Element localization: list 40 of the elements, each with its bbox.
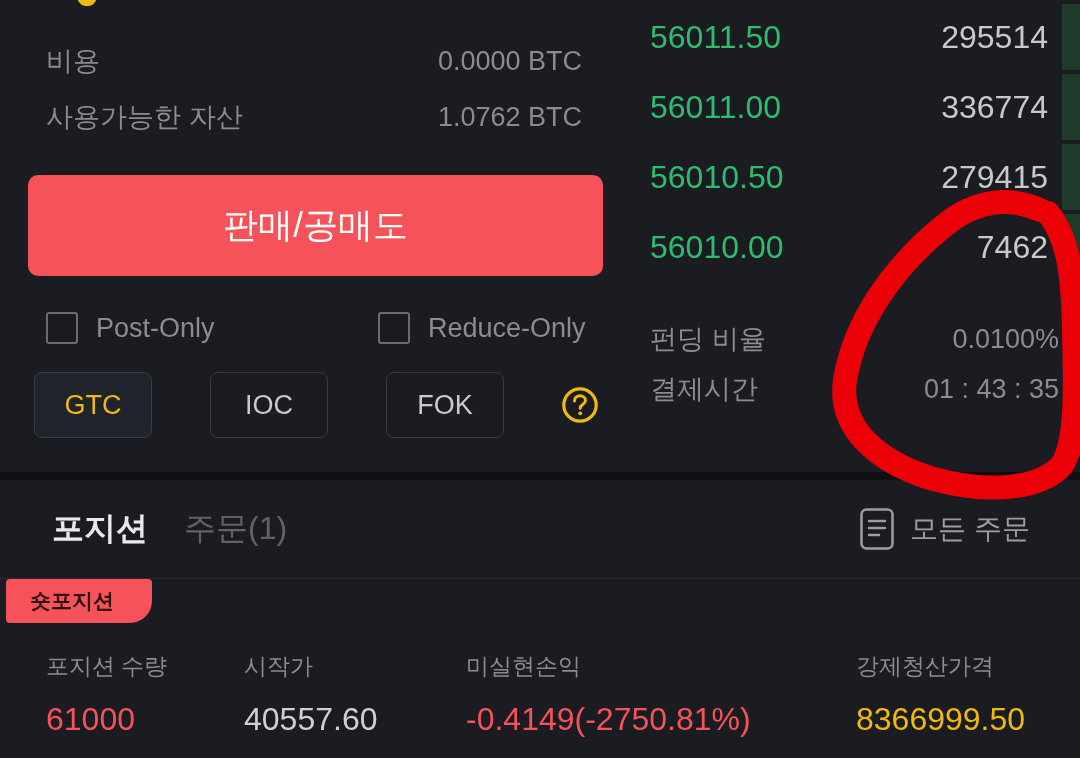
available-value: 1.0762 BTC (437, 101, 582, 133)
panel-tab[interactable]: 포지션 (52, 507, 148, 551)
funding-label: 결제시간 (650, 373, 758, 406)
sell-button[interactable]: 판매/공매도 (28, 175, 603, 276)
order-quantity: 336774 (940, 88, 1048, 126)
fee-value: 0.0000 BTC (437, 45, 582, 77)
funding-label: 펀딩 비율 (650, 323, 766, 356)
time-in-force-button[interactable]: FOK (386, 372, 504, 438)
all-orders-link[interactable]: 모든 주문 (860, 508, 1030, 550)
field-value: 61000 (46, 700, 135, 739)
time-in-force-button[interactable]: GTC (34, 372, 152, 438)
field-label: 포지션 수량 (46, 652, 168, 681)
time-in-force-button[interactable]: IOC (210, 372, 328, 438)
available-label: 사용가능한 자산 (46, 101, 243, 134)
order-price: 56010.00 (650, 228, 784, 266)
field-label: 시작가 (244, 652, 313, 681)
depth-bar (1062, 74, 1080, 140)
field-label: 미실현손익 (466, 652, 581, 681)
depth-bar (1062, 144, 1080, 210)
order-quantity: 279415 (940, 158, 1048, 196)
order-price: 56011.50 (650, 18, 782, 56)
help-icon[interactable] (562, 387, 598, 423)
order-quantity: 7462 (975, 228, 1048, 266)
order-price: 56011.00 (650, 88, 782, 126)
field-value: -0.4149(-2750.81%) (466, 700, 751, 739)
checkbox-label[interactable]: Reduce-Only (428, 312, 586, 344)
short-position-tag: 숏포지션 (6, 579, 152, 623)
document-icon (860, 508, 895, 550)
field-value: 8366999.50 (856, 700, 1026, 739)
checkbox-label[interactable]: Post-Only (96, 312, 215, 344)
depth-bar (1062, 4, 1080, 70)
field-value: 40557.60 (244, 700, 378, 739)
checkbox[interactable] (378, 312, 410, 344)
funding-value: 0.0100% (952, 323, 1059, 355)
field-label: 강제청산가격 (856, 652, 994, 681)
order-quantity: 295514 (940, 18, 1048, 56)
order-price: 56010.50 (650, 158, 784, 196)
funding-value: 01 : 43 : 35 (923, 373, 1059, 405)
fee-label: 비용 (46, 45, 100, 78)
checkbox[interactable] (46, 312, 78, 344)
